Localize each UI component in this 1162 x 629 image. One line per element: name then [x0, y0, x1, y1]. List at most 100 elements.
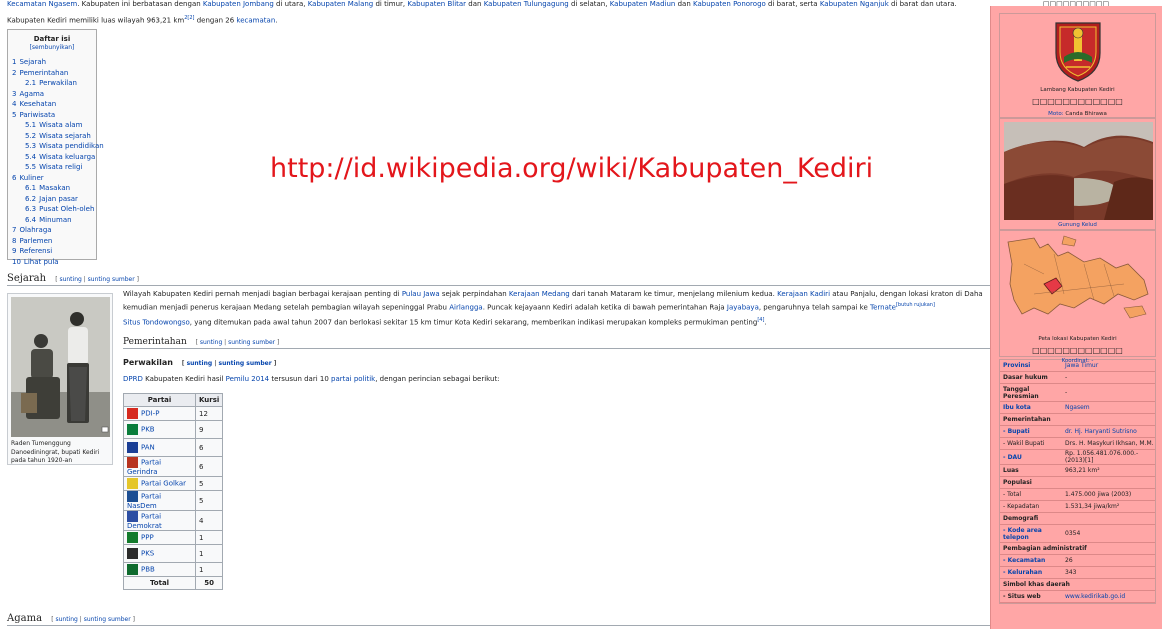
infobox-value[interactable]: Ngasem [1063, 404, 1155, 411]
inline-link[interactable]: Kabupaten Tulungagung [484, 0, 569, 8]
toc-item-label: Referensi [19, 247, 53, 255]
seat-count: 6 [194, 456, 224, 477]
toc-item[interactable]: 2.1 Perwakilan [12, 78, 92, 89]
map-panel: Peta lokasi Kabupaten Kediri □□□□□□□□□□□… [999, 230, 1156, 364]
toc-item[interactable]: 5.1 Wisata alam [12, 120, 92, 131]
inline-link[interactable]: Kecamatan Ngasem [7, 0, 77, 8]
toc-item[interactable]: 6 Kuliner [12, 173, 92, 184]
toc-item[interactable]: 6.2 Jajan pasar [12, 194, 92, 205]
party-cell: Partai Demokrat [123, 510, 196, 531]
toc-item[interactable]: 5.4 Wisata keluarga [12, 152, 95, 163]
area-sup[interactable]: 2[2] [184, 15, 194, 21]
inline-link[interactable]: partai politik [331, 375, 375, 383]
seat-count: 5 [194, 490, 224, 511]
coat-of-arms-icon[interactable] [1048, 17, 1108, 83]
inline-link[interactable]: Kabupaten Blitar [407, 0, 466, 8]
kecamatan-link[interactable]: kecamatan [236, 16, 275, 24]
inline-link[interactable]: Pemilu 2014 [226, 375, 269, 383]
party-name-link[interactable]: PDI-P [141, 410, 159, 418]
toc-item[interactable]: 5.2 Wisata sejarah [12, 131, 92, 142]
photo-caption[interactable]: Gunung Kelud [1004, 222, 1151, 228]
inline-link[interactable]: DPRD [123, 375, 143, 383]
toc-item[interactable]: 4 Kesehatan [12, 99, 92, 110]
edit-links: [ sunting | sunting sumber ] [55, 276, 139, 283]
inline-text: tersusun dari 10 [269, 375, 332, 383]
infobox-key[interactable]: - Kecamatan [1000, 557, 1063, 564]
inline-text: dan [675, 0, 693, 8]
toc-item[interactable]: 6.3 Pusat Oleh-oleh [12, 204, 94, 215]
infobox-key[interactable]: - Kelurahan [1000, 569, 1063, 576]
photo-panel: Gunung Kelud [999, 118, 1156, 230]
edit-link[interactable]: sunting [59, 276, 81, 283]
table-row: PDI-P 12 [123, 406, 224, 421]
toc-item[interactable]: 7 Olahraga [12, 225, 92, 236]
edit-source-link[interactable]: sunting sumber [228, 339, 275, 346]
mount-kelud-photo[interactable] [1004, 122, 1153, 220]
inline-link[interactable]: Kabupaten Jombang [203, 0, 274, 8]
infobox-key[interactable]: Ibu kota [1000, 404, 1063, 411]
inline-link[interactable]: Pulau Jawa [402, 290, 440, 298]
infobox-key[interactable]: - DAU [1000, 454, 1063, 461]
infobox-key[interactable]: Provinsi [1000, 362, 1063, 369]
toc-item[interactable]: 6.4 Minuman [12, 215, 92, 226]
inline-link[interactable]: [butuh rujukan] [896, 302, 935, 308]
toc-item[interactable]: 9 Referensi [12, 246, 92, 257]
infobox-value[interactable]: dr. Hj. Haryanti Sutrisno [1063, 428, 1155, 435]
toc-item[interactable]: 5 Pariwisata [12, 110, 92, 121]
inline-link[interactable]: Airlangga [449, 303, 482, 311]
inline-link[interactable]: Kerajaan Medang [509, 290, 570, 298]
table-row: Partai Demokrat 4 [123, 510, 224, 531]
inline-link[interactable]: Kabupaten Malang [308, 0, 374, 8]
inline-text: di timur, [373, 0, 408, 8]
party-cell: PKS [123, 544, 196, 563]
edit-link[interactable]: sunting [55, 616, 77, 623]
party-logo-icon [127, 511, 138, 522]
inline-link[interactable]: Kerajaan Kadiri [777, 290, 830, 298]
infobox-value: 963,21 km² [1065, 467, 1100, 474]
toc-item-number: 1 [12, 58, 17, 66]
toc-item[interactable]: 3 Agama [12, 89, 92, 100]
infobox-row: Populasi [1000, 477, 1155, 489]
section-heading-pemerintahan: Pemerintahan [ sunting | sunting sumber … [123, 337, 991, 349]
party-name-link[interactable]: PAN [141, 444, 155, 452]
party-name-link[interactable]: PBB [141, 566, 155, 574]
toc-hide-link[interactable]: [sembunyikan] [30, 44, 75, 51]
party-name-link[interactable]: PPP [141, 534, 154, 542]
party-name-link[interactable]: PKS [141, 550, 154, 558]
party-logo-icon [127, 408, 138, 419]
toc-item[interactable]: 5.5 Wisata religi [12, 162, 92, 173]
infobox-key[interactable]: - Bupati [1000, 428, 1063, 435]
inline-link[interactable]: Ternate [870, 303, 896, 311]
infobox-key[interactable]: - Kode area telepon [1000, 527, 1063, 541]
inline-text: dari tanah Mataram ke timur, menjelang m… [569, 290, 778, 298]
seat-count: 9 [194, 420, 224, 439]
party-name-link[interactable]: Partai Golkar [141, 480, 186, 488]
edit-link[interactable]: sunting [187, 360, 213, 367]
toc-item[interactable]: 8 Parlemen [12, 236, 92, 247]
toc-item-number: 9 [12, 247, 17, 255]
edit-source-link[interactable]: sunting sumber [84, 616, 131, 623]
seat-count: 5 [194, 476, 224, 491]
infobox-value[interactable]: Jawa Timur [1063, 362, 1155, 369]
party-logo-icon [127, 491, 138, 502]
location-map[interactable] [1004, 234, 1153, 330]
edit-source-link[interactable]: sunting sumber [219, 360, 272, 367]
toc-item[interactable]: 10 Lihat pula [12, 257, 92, 268]
party-name-link[interactable]: PKB [141, 426, 155, 434]
toc-item[interactable]: 2 Pemerintahan [12, 68, 92, 79]
toc-item[interactable]: 6.1 Masakan [12, 183, 92, 194]
toc-item[interactable]: 5.3 Wisata pendidikan [12, 141, 104, 152]
edit-source-link[interactable]: sunting sumber [88, 276, 135, 283]
edit-link[interactable]: sunting [200, 339, 222, 346]
party-logo-icon [127, 457, 138, 468]
motto-label[interactable]: Moto: [1048, 111, 1064, 117]
infobox-value[interactable]: www.kedirikab.go.id [1063, 593, 1155, 600]
inline-link[interactable]: Jayabaya [727, 303, 759, 311]
inline-link[interactable]: Situs Tondowongso [123, 318, 190, 326]
toc-item[interactable]: 1 Sejarah [12, 57, 92, 68]
total-label: Total [123, 576, 196, 590]
inline-link[interactable]: Kabupaten Ponorogo [693, 0, 766, 8]
history-photo[interactable] [11, 297, 110, 437]
inline-link[interactable]: Kabupaten Madiun [610, 0, 676, 8]
inline-link[interactable]: Kabupaten Nganjuk [820, 0, 889, 8]
